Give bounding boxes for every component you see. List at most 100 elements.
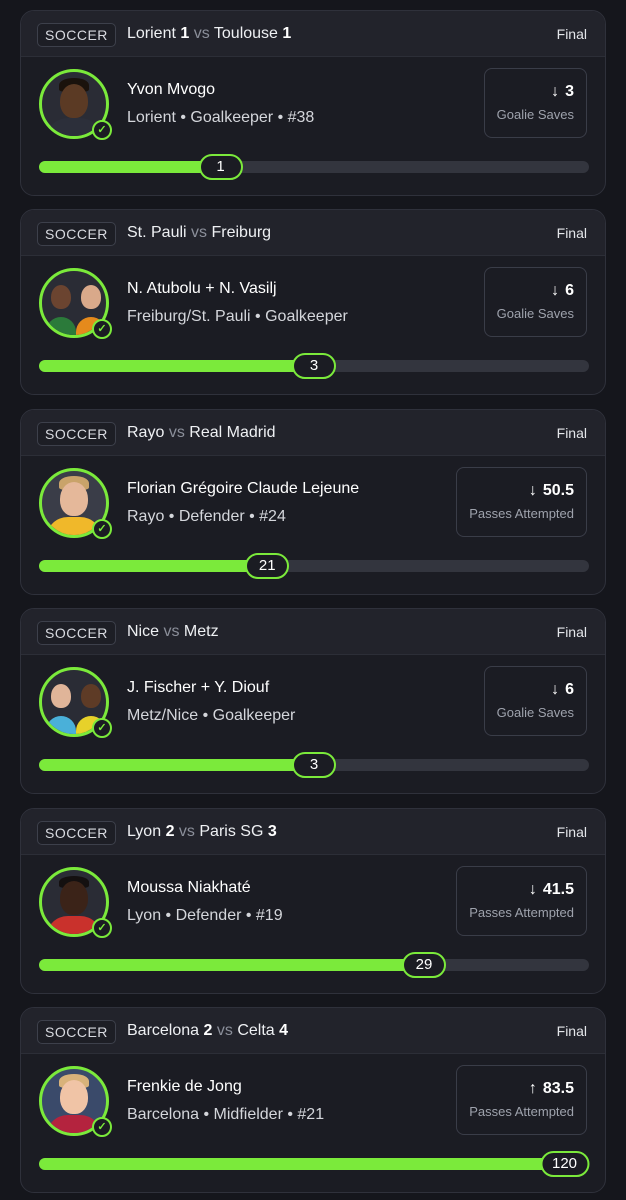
game-status: Final [556, 824, 587, 840]
progress-track: 3 [39, 752, 589, 778]
arrow-up-icon: ↑ [528, 1080, 537, 1097]
away-team: Celta [237, 1022, 275, 1039]
matchup: Lorient 1 vs Toulouse 1 [127, 23, 291, 45]
player-meta: Metz/Nice • Goalkeeper [127, 707, 296, 724]
away-team: Paris SG [199, 823, 264, 840]
home-team: Rayo [127, 424, 165, 441]
progress-track: 1 [39, 154, 589, 180]
matchup: Lyon 2 vs Paris SG 3 [127, 821, 277, 843]
card-header: SOCCER Lorient 1 vs Toulouse 1 Final [21, 11, 605, 57]
away-score: 1 [282, 25, 292, 42]
stat-line: 83.5 [542, 1080, 574, 1097]
pick-card[interactable]: SOCCER St. Pauli vs Freiburg Final ✓ N. … [20, 209, 606, 395]
stat-line-box: ↓ 6 Goalie Saves [483, 267, 587, 337]
pick-card[interactable]: SOCCER Barcelona 2 vs Celta 4 Final ✓ Fr… [20, 1007, 606, 1193]
player-meta: Rayo • Defender • #24 [127, 508, 286, 525]
pick-card[interactable]: SOCCER Lorient 1 vs Toulouse 1 Final ✓ Y… [20, 10, 606, 196]
away-team: Freiburg [211, 224, 272, 241]
away-score: 4 [279, 1022, 289, 1039]
sport-badge: SOCCER [37, 1020, 116, 1044]
progress-track: 21 [39, 553, 589, 579]
progress-value: 21 [245, 553, 290, 579]
matchup: Barcelona 2 vs Celta 4 [127, 1020, 288, 1042]
stat-line-box: ↓ 41.5 Passes Attempted [456, 866, 587, 936]
stat-line: 3 [565, 83, 574, 100]
stat-label: Passes Attempted [469, 506, 574, 521]
player-name: N. Atubolu + N. Vasilj [127, 280, 277, 297]
game-status: Final [556, 624, 587, 640]
home-score: 1 [180, 25, 190, 42]
sport-badge: SOCCER [37, 222, 116, 246]
card-header: SOCCER St. Pauli vs Freiburg Final [21, 210, 605, 256]
sport-badge: SOCCER [37, 422, 116, 446]
arrow-down-icon: ↓ [528, 482, 537, 499]
progress-fill [39, 759, 314, 771]
player-meta: Lorient • Goalkeeper • #38 [127, 109, 315, 126]
home-team: Lyon [127, 823, 162, 840]
card-header: SOCCER Rayo vs Real Madrid Final [21, 410, 605, 456]
game-status: Final [556, 26, 587, 42]
away-team: Toulouse [213, 25, 278, 42]
progress-value: 29 [402, 952, 446, 978]
player-meta: Barcelona • Midfielder • #21 [127, 1106, 325, 1123]
progress-track: 3 [39, 353, 589, 379]
home-team: Barcelona [127, 1022, 200, 1039]
progress-fill [39, 1158, 589, 1170]
stat-line: 6 [565, 681, 574, 698]
vs-label: vs [168, 424, 185, 441]
pick-card[interactable]: SOCCER Nice vs Metz Final ✓ J. Fischer +… [20, 608, 606, 794]
sport-badge: SOCCER [37, 621, 116, 645]
progress-value: 1 [198, 154, 243, 180]
arrow-down-icon: ↓ [551, 282, 560, 299]
progress-track: 29 [39, 952, 589, 978]
player-meta: Lyon • Defender • #19 [127, 907, 283, 924]
game-status: Final [556, 425, 587, 441]
pick-card[interactable]: SOCCER Rayo vs Real Madrid Final ✓ Flori… [20, 409, 606, 595]
progress-fill [39, 161, 221, 173]
progress-track: 120 [39, 1151, 590, 1177]
sport-badge: SOCCER [37, 821, 116, 845]
home-score: 2 [203, 1022, 213, 1039]
player-name: Yvon Mvogo [127, 81, 216, 98]
card-header: SOCCER Lyon 2 vs Paris SG 3 Final [21, 809, 605, 855]
player-avatar: ✓ [39, 268, 112, 339]
stat-line: 50.5 [542, 482, 574, 499]
vs-label: vs [193, 25, 210, 42]
player-avatar: ✓ [39, 69, 112, 140]
stat-label: Goalie Saves [496, 306, 574, 321]
pick-results-feed: SOCCER Lorient 1 vs Toulouse 1 Final ✓ Y… [0, 0, 626, 1200]
sport-badge: SOCCER [37, 23, 116, 47]
vs-label: vs [216, 1022, 233, 1039]
away-team: Real Madrid [189, 424, 276, 441]
matchup: Rayo vs Real Madrid [127, 422, 276, 444]
player-avatar: ✓ [39, 1066, 112, 1137]
home-team: Nice [127, 623, 160, 640]
check-circle-icon: ✓ [92, 1117, 112, 1137]
check-circle-icon: ✓ [92, 519, 112, 539]
progress-value: 120 [539, 1151, 590, 1177]
away-score: 3 [267, 823, 277, 840]
player-name: Moussa Niakhaté [127, 879, 251, 896]
matchup: Nice vs Metz [127, 621, 219, 643]
pick-card[interactable]: SOCCER Lyon 2 vs Paris SG 3 Final ✓ Mous… [20, 808, 606, 994]
vs-label: vs [191, 224, 208, 241]
player-avatar: ✓ [39, 468, 112, 539]
progress-value: 3 [292, 353, 336, 379]
check-circle-icon: ✓ [92, 718, 112, 738]
stat-line: 41.5 [542, 881, 574, 898]
stat-label: Goalie Saves [496, 107, 574, 122]
stat-label: Passes Attempted [469, 1104, 574, 1119]
progress-value: 3 [292, 752, 336, 778]
game-status: Final [556, 1023, 587, 1039]
matchup: St. Pauli vs Freiburg [127, 222, 271, 244]
player-avatar: ✓ [39, 667, 112, 738]
progress-fill [39, 959, 424, 971]
stat-label: Passes Attempted [469, 905, 574, 920]
away-team: Metz [183, 623, 219, 640]
card-header: SOCCER Nice vs Metz Final [21, 609, 605, 655]
home-team: St. Pauli [127, 224, 187, 241]
player-name: J. Fischer + Y. Diouf [127, 679, 270, 696]
vs-label: vs [178, 823, 195, 840]
stat-line: 6 [565, 282, 574, 299]
home-team: Lorient [127, 25, 176, 42]
